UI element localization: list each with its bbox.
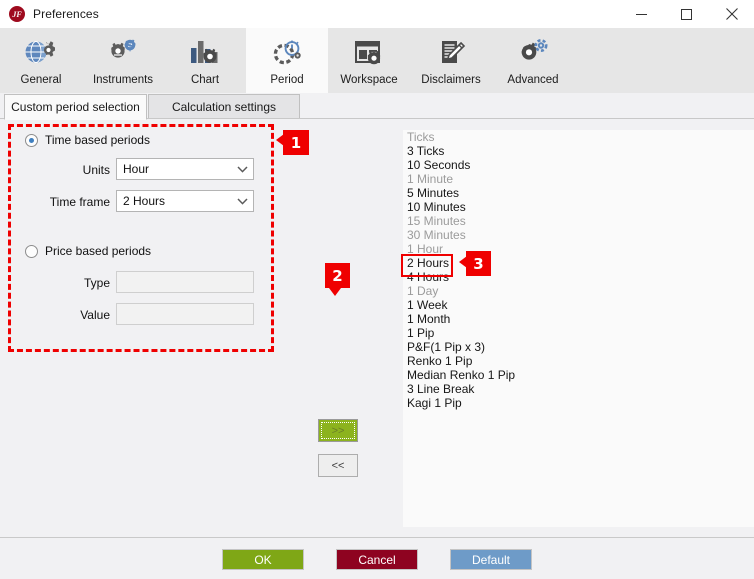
dialog-footer: OK Cancel Default [0, 537, 754, 579]
toolbar-item-label: Disclaimers [421, 74, 481, 86]
list-item[interactable]: 1 Hour [403, 242, 754, 256]
radio-label: Price based periods [45, 244, 152, 258]
toolbar-filler [574, 28, 754, 93]
tab-calculation-settings[interactable]: Calculation settings [148, 94, 300, 119]
toolbar-item-label: Instruments [92, 74, 154, 86]
list-item[interactable]: 10 Minutes [403, 200, 754, 214]
chevron-down-icon [231, 197, 253, 205]
list-item[interactable]: Ticks [403, 130, 754, 144]
list-item[interactable]: P&F(1 Pip x 3) [403, 340, 754, 354]
list-item[interactable]: 1 Day [403, 284, 754, 298]
maximize-icon[interactable] [664, 0, 709, 28]
annotation-badge-3: 3 [459, 251, 491, 276]
tab-custom-period-selection[interactable]: Custom period selection [4, 94, 147, 120]
value-input [116, 303, 254, 325]
annotation-badge-1: 1 [276, 130, 309, 155]
units-value: Hour [123, 162, 150, 176]
list-item[interactable]: 10 Seconds [403, 158, 754, 172]
ok-button[interactable]: OK [222, 549, 304, 570]
document-pen-icon [434, 35, 468, 71]
cancel-button[interactable]: Cancel [336, 549, 418, 570]
tab-label: Calculation settings [171, 100, 277, 114]
list-item[interactable]: Kagi 1 Pip [403, 396, 754, 410]
double-gear-icon [516, 35, 550, 71]
radio-label: Time based periods [45, 133, 150, 147]
units-label: Units [82, 163, 110, 177]
list-item[interactable]: 5 Minutes [403, 186, 754, 200]
title-bar: Preferences [0, 0, 754, 28]
add-period-label: >> [321, 422, 355, 439]
value-label: Value [80, 308, 110, 322]
main-content: Time based periods Units Hour Time frame… [0, 119, 754, 537]
list-item[interactable]: 1 Pip [403, 326, 754, 340]
add-period-button[interactable]: >> [318, 419, 358, 442]
globe-gear-icon [24, 35, 58, 71]
list-item[interactable]: 4 Hours [403, 270, 754, 284]
window-controls [619, 0, 754, 28]
gear-stopwatch-icon [270, 35, 304, 71]
jforex-logo-icon [9, 6, 25, 22]
list-item[interactable]: 1 Month [403, 312, 754, 326]
tab-strip: Custom period selection Calculation sett… [0, 93, 754, 120]
toolbar-item-chart[interactable]: Chart [164, 28, 246, 93]
toolbar-item-instruments[interactable]: $ Instruments [82, 28, 164, 93]
list-item[interactable]: 15 Minutes [403, 214, 754, 228]
list-item[interactable]: 2 Hours [403, 256, 754, 270]
toolbar-item-workspace[interactable]: Workspace [328, 28, 410, 93]
chevron-down-icon [231, 165, 253, 173]
toolbar-item-advanced[interactable]: Advanced [492, 28, 574, 93]
radio-button-icon [25, 133, 38, 147]
preferences-window: Preferences [0, 0, 754, 579]
toolbar-item-general[interactable]: General [0, 28, 82, 93]
default-label: Default [471, 552, 511, 567]
cancel-label: Cancel [358, 552, 396, 567]
window-title: Preferences [33, 7, 99, 21]
window-gear-icon [352, 35, 386, 71]
close-icon[interactable] [709, 0, 754, 28]
toolbar-item-label: Chart [190, 74, 220, 86]
units-combobox[interactable]: Hour [116, 158, 254, 180]
gear-dollar-icon: $ [106, 35, 140, 71]
list-item[interactable]: Median Renko 1 Pip [403, 368, 754, 382]
default-button[interactable]: Default [450, 549, 532, 570]
type-input [116, 271, 254, 293]
list-item[interactable]: 30 Minutes [403, 228, 754, 242]
toolbar-item-label: Advanced [507, 74, 559, 86]
tab-label: Custom period selection [11, 100, 140, 114]
ok-label: OK [254, 552, 272, 567]
toolbar-item-label: General [20, 74, 62, 86]
annotation-badge-2: 2 [325, 263, 350, 296]
list-item[interactable]: 3 Ticks [403, 144, 754, 158]
timeframe-label: Time frame [49, 195, 110, 209]
preferences-toolbar: General $ Instruments Chart Period Works… [0, 28, 754, 93]
radio-time-based-periods[interactable]: Time based periods [25, 133, 150, 147]
remove-period-label: << [331, 459, 345, 472]
toolbar-item-period[interactable]: Period [246, 28, 328, 93]
type-label: Type [83, 276, 110, 290]
toolbar-item-label: Period [270, 74, 304, 86]
radio-button-icon [25, 244, 38, 258]
toolbar-item-label: Workspace [340, 74, 398, 86]
bar-chart-gear-icon [188, 35, 222, 71]
svg-text:$: $ [126, 39, 134, 53]
list-item[interactable]: 1 Minute [403, 172, 754, 186]
timeframe-value: 2 Hours [123, 194, 166, 208]
remove-period-button[interactable]: << [318, 454, 358, 477]
list-item[interactable]: 3 Line Break [403, 382, 754, 396]
radio-price-based-periods[interactable]: Price based periods [25, 244, 151, 258]
list-item[interactable]: Renko 1 Pip [403, 354, 754, 368]
toolbar-item-disclaimers[interactable]: Disclaimers [410, 28, 492, 93]
minimize-icon[interactable] [619, 0, 664, 28]
available-periods-list[interactable]: Ticks 3 Ticks 10 Seconds 1 Minute 5 Minutes 1… [403, 130, 754, 527]
timeframe-combobox[interactable]: 2 Hours [116, 190, 254, 212]
list-item[interactable]: 1 Week [403, 298, 754, 312]
